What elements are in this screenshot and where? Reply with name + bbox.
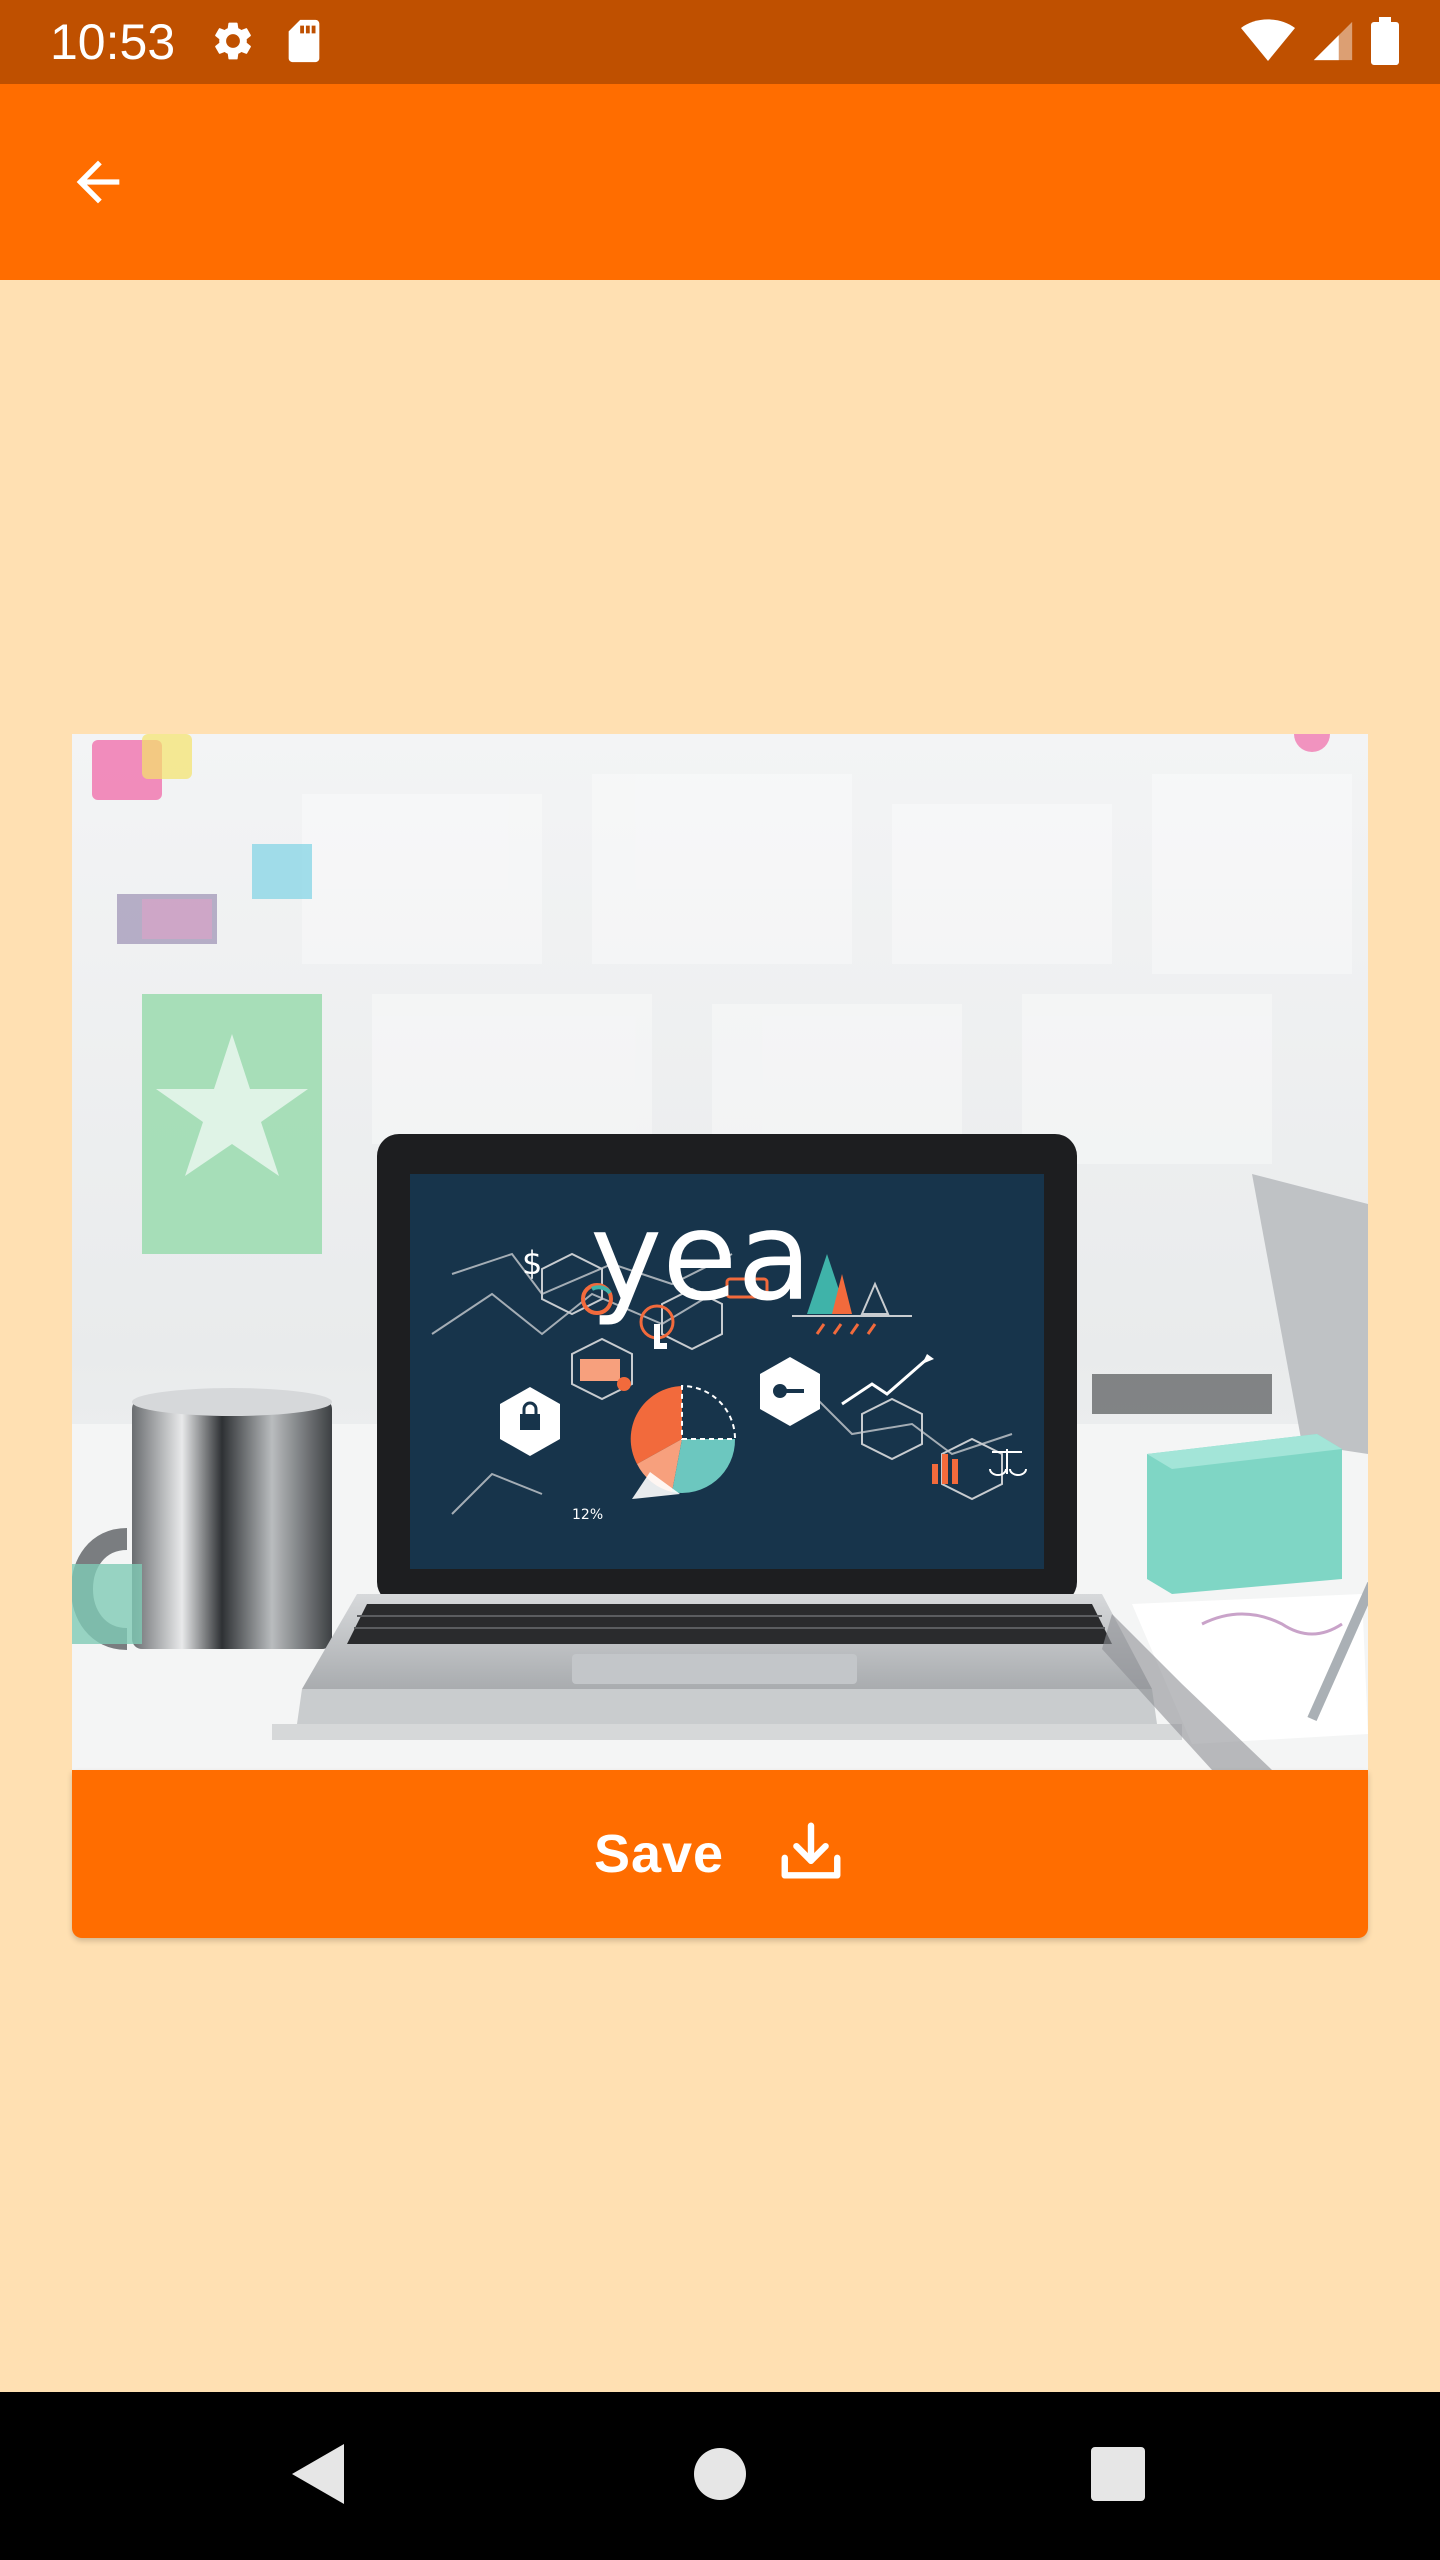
sd-card-icon xyxy=(284,18,324,69)
content-area: $ 12% yea Save xyxy=(0,280,1440,2392)
nav-back-icon xyxy=(288,2442,348,2511)
download-icon xyxy=(776,1817,846,1892)
arrow-back-icon xyxy=(66,150,130,219)
status-time: 10:53 xyxy=(50,14,176,70)
cell-signal-icon xyxy=(1310,18,1356,69)
wifi-icon xyxy=(1240,18,1296,69)
save-button[interactable]: Save xyxy=(72,1770,1368,1938)
status-right-icons xyxy=(1240,16,1400,70)
battery-icon xyxy=(1370,16,1400,70)
screen-small-text: 12% xyxy=(572,1507,603,1523)
save-button-label: Save xyxy=(593,1824,725,1884)
nav-home-button[interactable] xyxy=(670,2426,770,2526)
preview-image: $ 12% yea xyxy=(72,734,1368,1770)
nav-home-icon xyxy=(694,2447,746,2505)
nav-bar xyxy=(0,2392,1440,2560)
nav-recents-icon xyxy=(1091,2446,1145,2506)
svg-text:$: $ xyxy=(522,1244,542,1282)
gear-icon xyxy=(210,18,256,69)
status-left-icons xyxy=(210,18,324,68)
status-bar: 10:53 xyxy=(0,0,1440,84)
back-button[interactable] xyxy=(48,134,148,234)
nav-back-button[interactable] xyxy=(268,2426,368,2526)
screen-headline-text: yea xyxy=(590,1186,812,1328)
app-bar xyxy=(0,84,1440,280)
nav-recents-button[interactable] xyxy=(1068,2426,1168,2526)
